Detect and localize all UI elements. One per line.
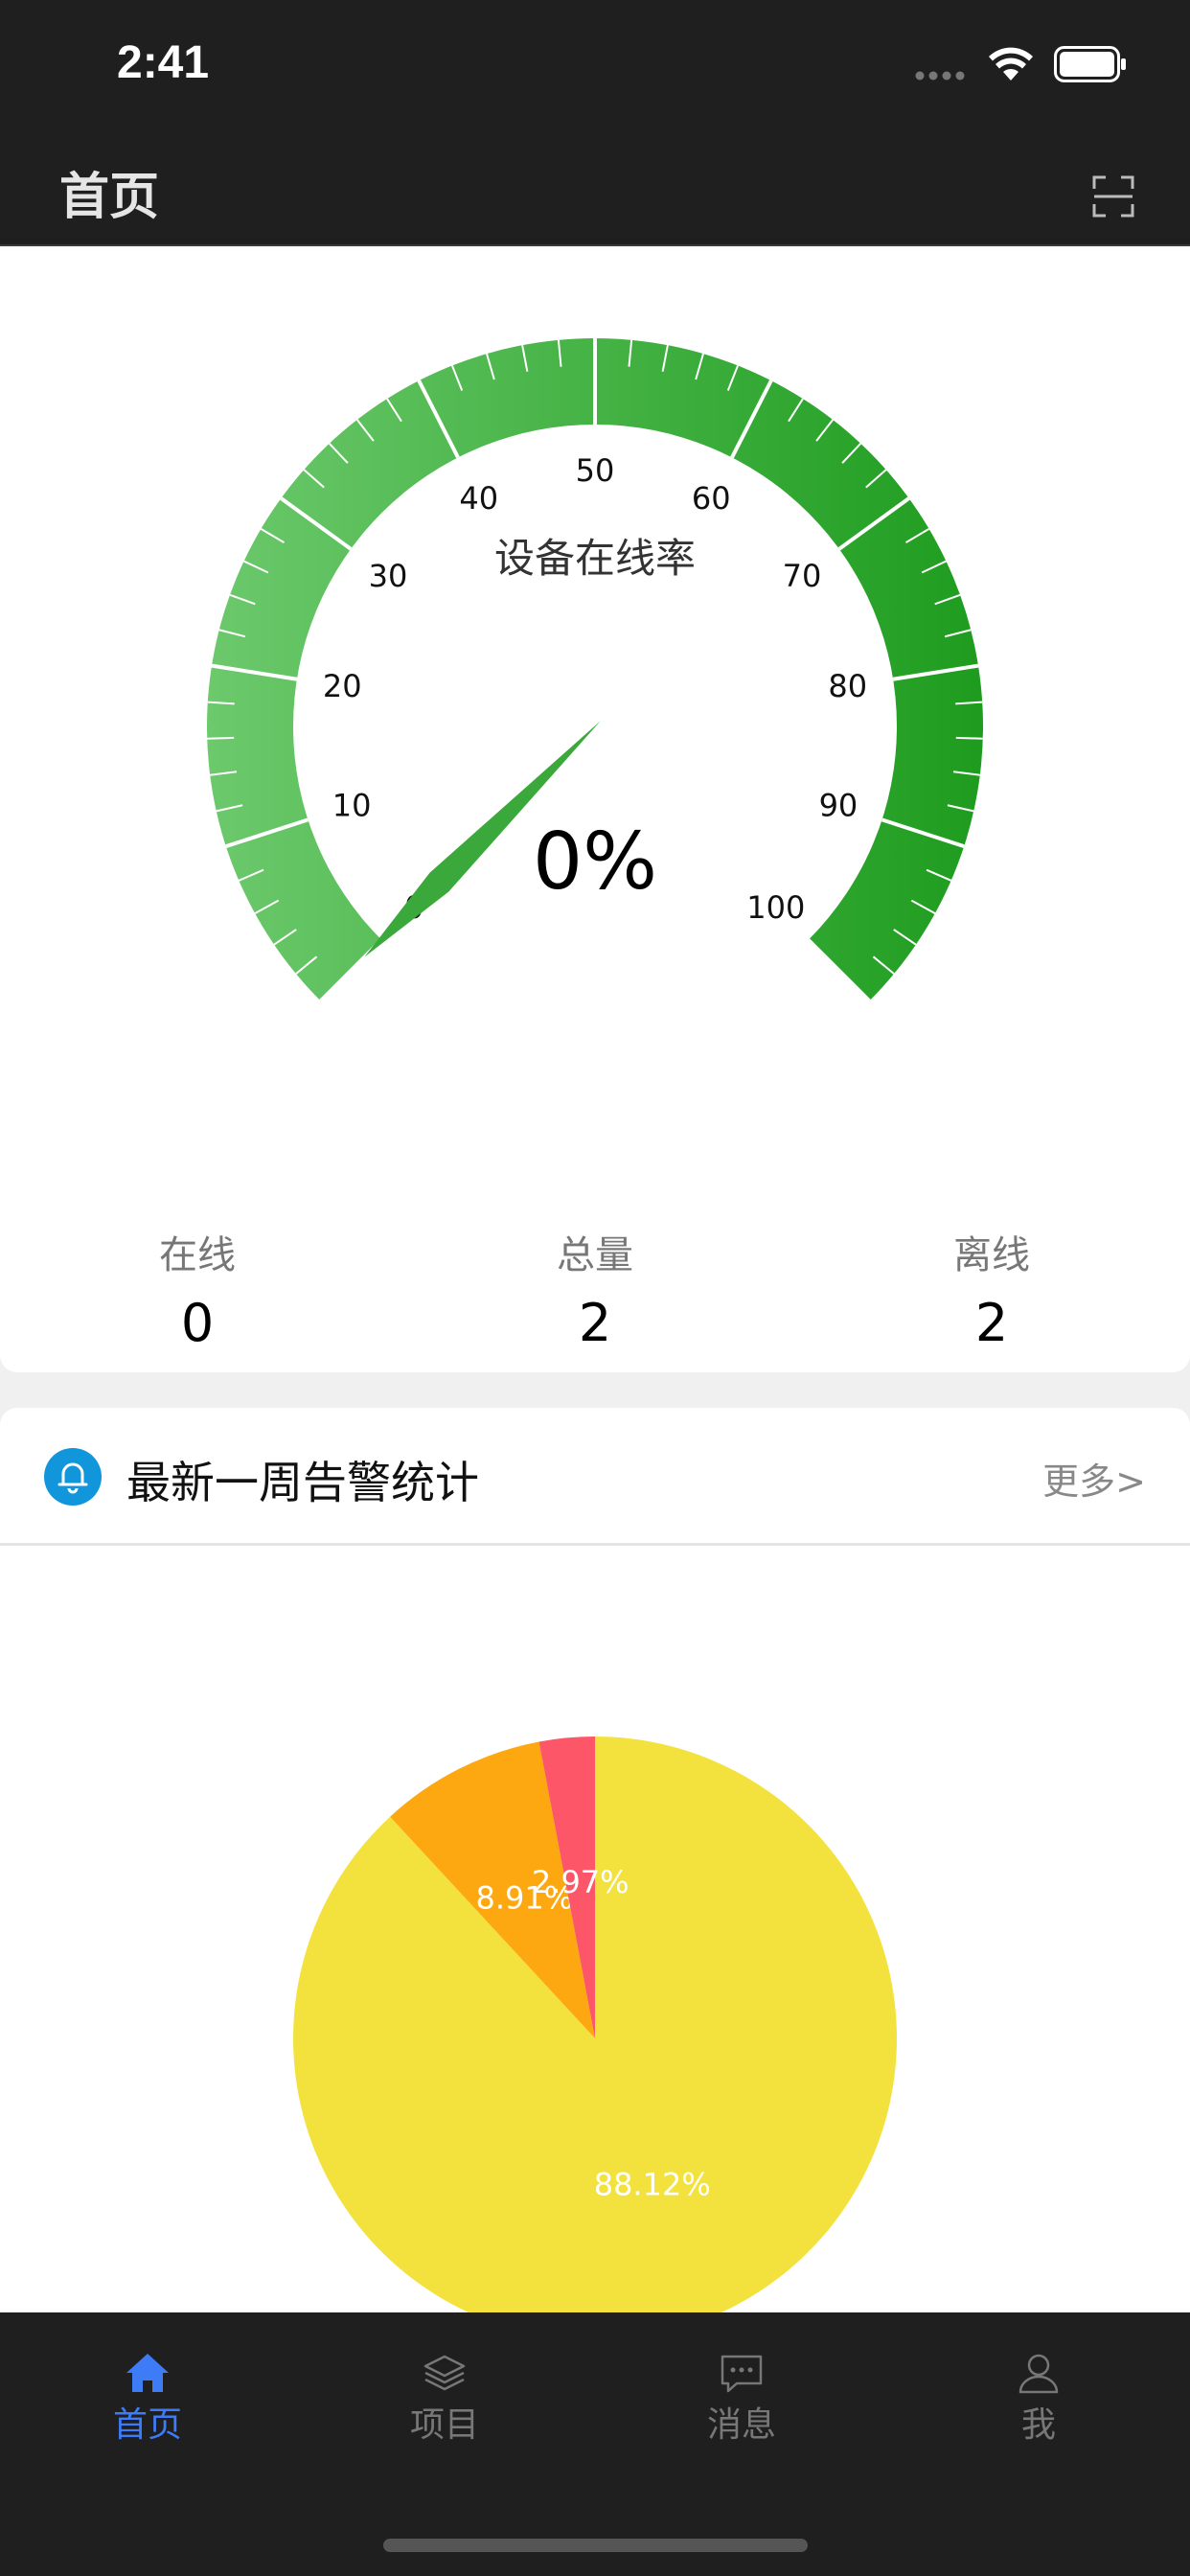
gauge-tick-label: 100 bbox=[746, 889, 805, 926]
bell-icon bbox=[44, 1448, 102, 1506]
online-rate-gauge: 0102030405060708090100 设备在线率 0% bbox=[207, 338, 984, 1002]
tab-me-label: 我 bbox=[1020, 2405, 1056, 2445]
layers-icon bbox=[423, 2355, 466, 2391]
tab-messages[interactable]: 消息 bbox=[646, 2351, 837, 2447]
nav-bar: 首页 bbox=[0, 129, 1190, 246]
status-bar: 2:41 bbox=[0, 0, 1190, 129]
stat-online: 在线 0 bbox=[54, 1224, 341, 1353]
tab-projects-label: 项目 bbox=[409, 2405, 479, 2445]
message-icon bbox=[721, 2355, 763, 2393]
stat-offline-value: 2 bbox=[974, 1293, 1009, 1353]
tab-home-label: 首页 bbox=[112, 2405, 182, 2445]
gauge-tick-label: 10 bbox=[332, 788, 372, 824]
alarm-title: 最新一周告警统计 bbox=[126, 1457, 479, 1508]
more-link[interactable]: 更多> bbox=[1042, 1452, 1146, 1505]
gauge-value: 0% bbox=[533, 816, 657, 908]
status-time: 2:41 bbox=[117, 37, 210, 88]
wifi-icon bbox=[989, 47, 1033, 80]
home-indicator bbox=[383, 2539, 808, 2552]
stat-online-label: 在线 bbox=[159, 1233, 236, 1277]
gauge-tick-label: 50 bbox=[576, 452, 615, 489]
alarm-header: 最新一周告警统计 更多> bbox=[0, 1408, 1190, 1546]
gauge-tick-label: 30 bbox=[369, 558, 408, 594]
tab-me[interactable]: 我 bbox=[943, 2351, 1134, 2447]
gauge-tick-label: 90 bbox=[819, 788, 858, 824]
page-title: 首页 bbox=[59, 169, 160, 226]
gauge-tick-label: 60 bbox=[692, 480, 731, 517]
stat-offline: 离线 2 bbox=[848, 1224, 1135, 1353]
online-rate-card: 0 10 20 30 40 50 60 70 80 90 100 设备在线率 0% 在线 0 总量 … bbox=[0, 246, 1190, 1372]
gauge-minor-tick bbox=[955, 736, 983, 740]
tab-projects[interactable]: 项目 bbox=[349, 2351, 540, 2447]
alarm-pie-chart: 88.12%8.91%2.97% bbox=[292, 1736, 897, 2340]
gauge-tick-label: 80 bbox=[828, 668, 867, 704]
gauge-tick-label: 20 bbox=[323, 668, 362, 704]
tab-home[interactable]: 首页 bbox=[52, 2351, 243, 2447]
pie-slice-label: 88.12% bbox=[594, 2167, 711, 2203]
battery-icon bbox=[1054, 46, 1126, 82]
stat-offline-label: 离线 bbox=[953, 1233, 1030, 1277]
gauge-minor-tick bbox=[207, 736, 235, 740]
gauge-tick-label: 70 bbox=[783, 558, 822, 594]
stat-online-value: 0 bbox=[180, 1293, 215, 1353]
stat-total-label: 总量 bbox=[557, 1233, 633, 1277]
gauge-tick-label: 40 bbox=[459, 480, 498, 517]
stat-total-value: 2 bbox=[578, 1293, 612, 1353]
home-icon bbox=[126, 2354, 169, 2392]
pie-slice-label: 2.97% bbox=[532, 1864, 629, 1900]
signal-icon bbox=[915, 71, 965, 80]
tab-messages-label: 消息 bbox=[706, 2405, 776, 2445]
stat-total: 总量 2 bbox=[451, 1224, 739, 1353]
user-icon bbox=[1018, 2354, 1059, 2394]
gauge-title: 设备在线率 bbox=[494, 535, 696, 582]
scan-icon[interactable] bbox=[1092, 175, 1134, 218]
tab-bar: 首页 项目 消息 我 bbox=[0, 2312, 1190, 2576]
alarm-stats-card: 最新一周告警统计 更多> 88.12% 8.91% 2.97% bbox=[0, 1408, 1190, 2366]
